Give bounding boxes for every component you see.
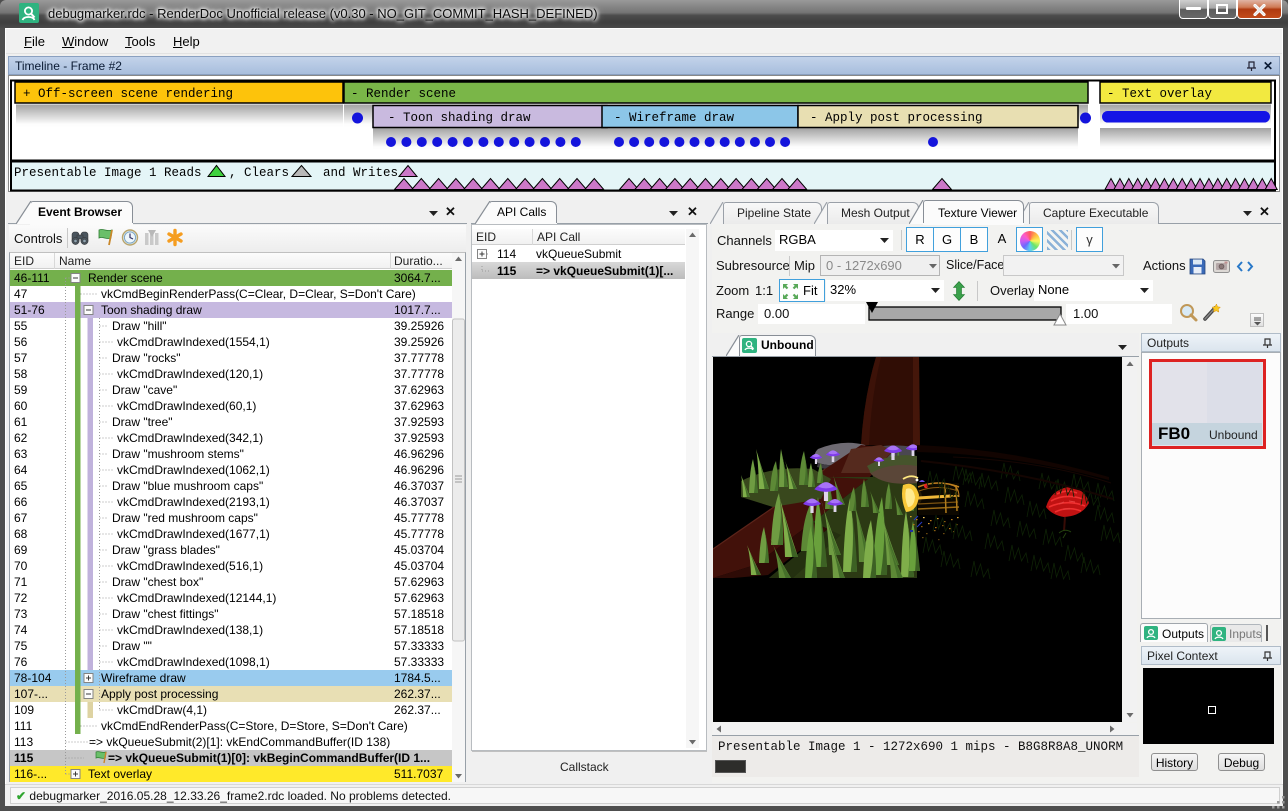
svg-text:Presentable Image 1 Reads: Presentable Image 1 Reads (14, 166, 202, 180)
svg-text:- Wireframe draw: - Wireframe draw (614, 111, 735, 125)
svg-text:and Writes: and Writes (323, 166, 398, 180)
svg-text:, Clears: , Clears (229, 166, 289, 180)
svg-text:- Apply post processing: - Apply post processing (810, 111, 983, 125)
svg-text:- Render scene: - Render scene (351, 87, 456, 101)
svg-text:- Text overlay: - Text overlay (1107, 87, 1213, 101)
svg-text:- Toon shading draw: - Toon shading draw (388, 111, 531, 125)
svg-text:+ Off-screen scene rendering: + Off-screen scene rendering (23, 87, 233, 101)
